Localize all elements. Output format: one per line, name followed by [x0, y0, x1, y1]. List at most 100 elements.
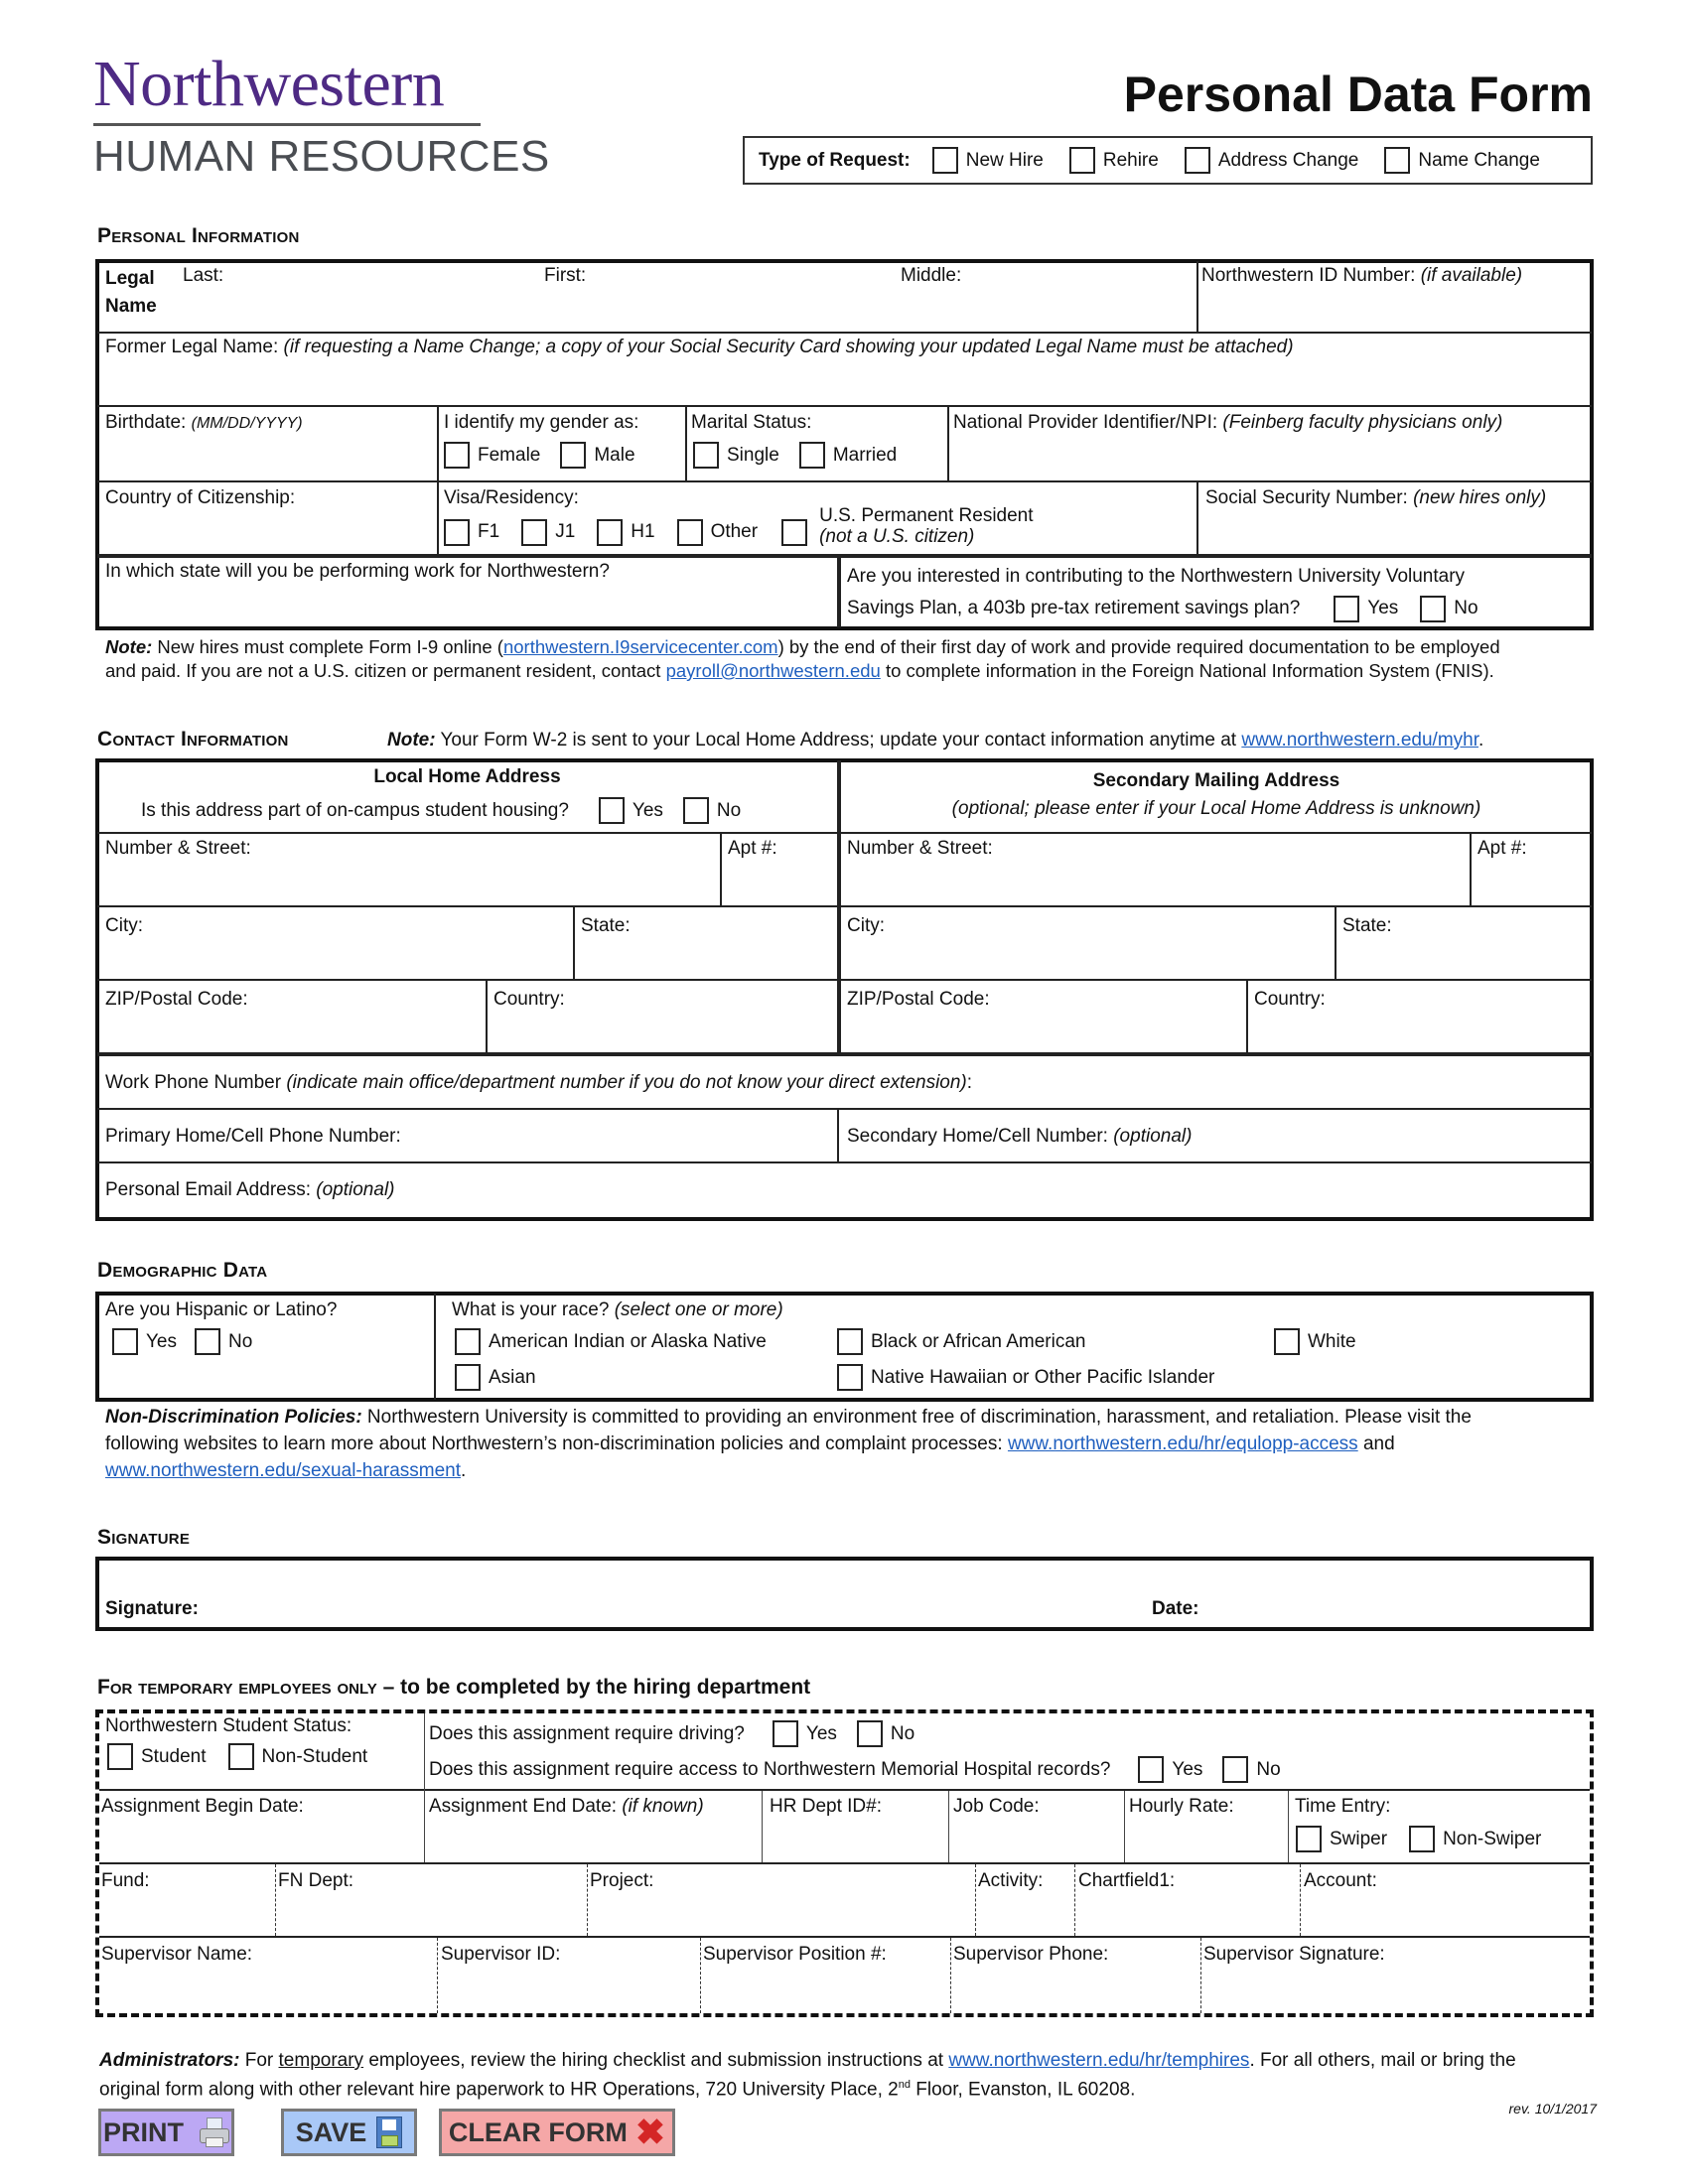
fund-field[interactable] — [101, 1894, 270, 1934]
save-button[interactable]: SAVE — [281, 2109, 417, 2156]
supervisor-id-field[interactable] — [441, 1968, 695, 2009]
f1-checkbox[interactable] — [444, 518, 470, 546]
signature-field[interactable] — [204, 1565, 1137, 1626]
work-state-field[interactable] — [103, 586, 833, 623]
permanent-resident-checkbox[interactable] — [781, 518, 808, 546]
housing-yes-label: Yes — [632, 799, 663, 821]
new-hire-checkbox[interactable] — [931, 147, 958, 174]
birthdate-field[interactable] — [103, 437, 431, 477]
primary-phone-field[interactable] — [437, 1114, 832, 1158]
hispanic-no-checkbox[interactable] — [195, 1328, 220, 1355]
housing-no-checkbox[interactable] — [682, 797, 709, 824]
nu-id-field[interactable] — [1201, 288, 1589, 328]
driving-no-checkbox[interactable] — [856, 1720, 883, 1747]
student-checkbox[interactable] — [107, 1743, 133, 1770]
logo-wordmark: Northwestern — [93, 48, 445, 120]
single-checkbox[interactable] — [693, 442, 719, 469]
fn-dept-field[interactable] — [278, 1894, 582, 1934]
local-country-field[interactable] — [492, 1011, 832, 1050]
account-field[interactable] — [1304, 1894, 1589, 1934]
job-code-label: Job Code: — [953, 1796, 1040, 1817]
secondary-street-field[interactable] — [845, 862, 1465, 901]
supervisor-name-field[interactable] — [101, 1968, 433, 2009]
end-date-field[interactable] — [429, 1821, 757, 1860]
form-title: Personal Data Form — [1123, 67, 1593, 122]
secondary-city-field[interactable] — [845, 937, 1330, 977]
npi-field[interactable] — [951, 437, 1587, 477]
payroll-email-link[interactable]: payroll@northwestern.edu — [666, 660, 881, 681]
hr-dept-field[interactable] — [767, 1821, 943, 1860]
non-swiper-checkbox[interactable] — [1409, 1826, 1436, 1852]
clear-form-button[interactable]: CLEAR FORM ✖ — [439, 2109, 675, 2156]
work-phone-hint: (indicate main office/department number … — [286, 1072, 967, 1093]
swiper-checkbox[interactable] — [1296, 1826, 1322, 1852]
i9-service-link[interactable]: northwestern.I9servicecenter.com — [503, 636, 778, 657]
other-visa-checkbox[interactable] — [676, 518, 703, 546]
name-change-checkbox[interactable] — [1384, 147, 1411, 174]
white-checkbox[interactable] — [1274, 1328, 1300, 1355]
secondary-state-field[interactable] — [1340, 937, 1589, 977]
female-checkbox[interactable] — [444, 442, 470, 469]
hospital-no-checkbox[interactable] — [1222, 1756, 1249, 1783]
secondary-apt-field[interactable] — [1476, 862, 1589, 901]
begin-date-field[interactable] — [101, 1821, 419, 1860]
driving-yes-checkbox[interactable] — [772, 1720, 798, 1747]
secondary-zip-field[interactable] — [845, 1011, 1240, 1050]
hispanic-yes-checkbox[interactable] — [112, 1328, 138, 1355]
project-field[interactable] — [590, 1894, 971, 1934]
supervisor-phone-field[interactable] — [953, 1968, 1196, 2009]
american-indian-checkbox[interactable] — [455, 1328, 481, 1355]
activity-field[interactable] — [978, 1894, 1071, 1934]
h1-checkbox[interactable] — [597, 518, 624, 546]
middle-name-field[interactable] — [899, 288, 1192, 328]
local-city-field[interactable] — [103, 937, 568, 977]
local-state-field[interactable] — [579, 937, 832, 977]
married-checkbox[interactable] — [798, 442, 825, 469]
w2-note: Note: Your Form W-2 is sent to your Loca… — [387, 730, 1483, 751]
pacific-islander-checkbox[interactable] — [837, 1364, 863, 1391]
job-code-field[interactable] — [953, 1821, 1120, 1860]
supervisor-signature-field[interactable] — [1203, 1968, 1589, 2009]
asian-checkbox[interactable] — [455, 1364, 481, 1391]
secondary-address-title: Secondary Mailing Address — [1092, 770, 1340, 791]
local-street-field[interactable] — [103, 862, 714, 901]
savings-yes-checkbox[interactable] — [1334, 595, 1360, 622]
last-name-field[interactable] — [179, 288, 536, 328]
first-name-field[interactable] — [541, 288, 889, 328]
local-apt-field[interactable] — [726, 862, 833, 901]
print-button[interactable]: PRINT — [98, 2109, 234, 2156]
signature-date-field[interactable] — [1211, 1565, 1589, 1626]
non-student-checkbox[interactable] — [227, 1743, 254, 1770]
sexual-harassment-link[interactable]: www.northwestern.edu/sexual-harassment — [105, 1460, 461, 1481]
housing-yes-checkbox[interactable] — [598, 797, 625, 824]
activity-label: Activity: — [978, 1870, 1044, 1891]
supervisor-position-label: Supervisor Position #: — [703, 1944, 887, 1965]
citizenship-field[interactable] — [103, 511, 431, 551]
secondary-country-field[interactable] — [1252, 1011, 1589, 1050]
email-field[interactable] — [427, 1167, 1589, 1215]
supervisor-position-field[interactable] — [703, 1968, 945, 2009]
j1-checkbox[interactable] — [521, 518, 548, 546]
race-option-american-indian: American Indian or Alaska Native — [455, 1328, 767, 1355]
savings-no-checkbox[interactable] — [1420, 595, 1447, 622]
logo-subtitle: HUMAN RESOURCES — [93, 132, 550, 181]
address-change-checkbox[interactable] — [1184, 147, 1210, 174]
former-name-field[interactable] — [103, 361, 1588, 401]
temphires-link[interactable]: www.northwestern.edu/hr/temphires — [948, 2050, 1249, 2071]
ssn-field[interactable] — [1203, 511, 1589, 551]
work-phone-field[interactable] — [993, 1062, 1589, 1104]
secondary-phone-field[interactable] — [1211, 1114, 1589, 1158]
hourly-rate-field[interactable] — [1129, 1821, 1283, 1860]
myhr-link[interactable]: www.northwestern.edu/myhr — [1241, 730, 1478, 751]
hospital-yes-checkbox[interactable] — [1138, 1756, 1165, 1783]
rehire-checkbox[interactable] — [1068, 147, 1095, 174]
local-zip-field[interactable] — [103, 1011, 481, 1050]
chartfield-field[interactable] — [1078, 1894, 1295, 1934]
male-checkbox[interactable] — [560, 442, 587, 469]
driving-question-text: Does this assignment require driving? — [429, 1722, 745, 1744]
black-checkbox[interactable] — [837, 1328, 863, 1355]
race-question-hint: (select one or more) — [614, 1299, 783, 1320]
equal-opportunity-link[interactable]: www.northwestern.edu/hr/equlopp-access — [1008, 1433, 1358, 1454]
permanent-resident-text: U.S. Permanent Resident — [819, 505, 1034, 526]
local-street-label: Number & Street: — [105, 838, 251, 859]
